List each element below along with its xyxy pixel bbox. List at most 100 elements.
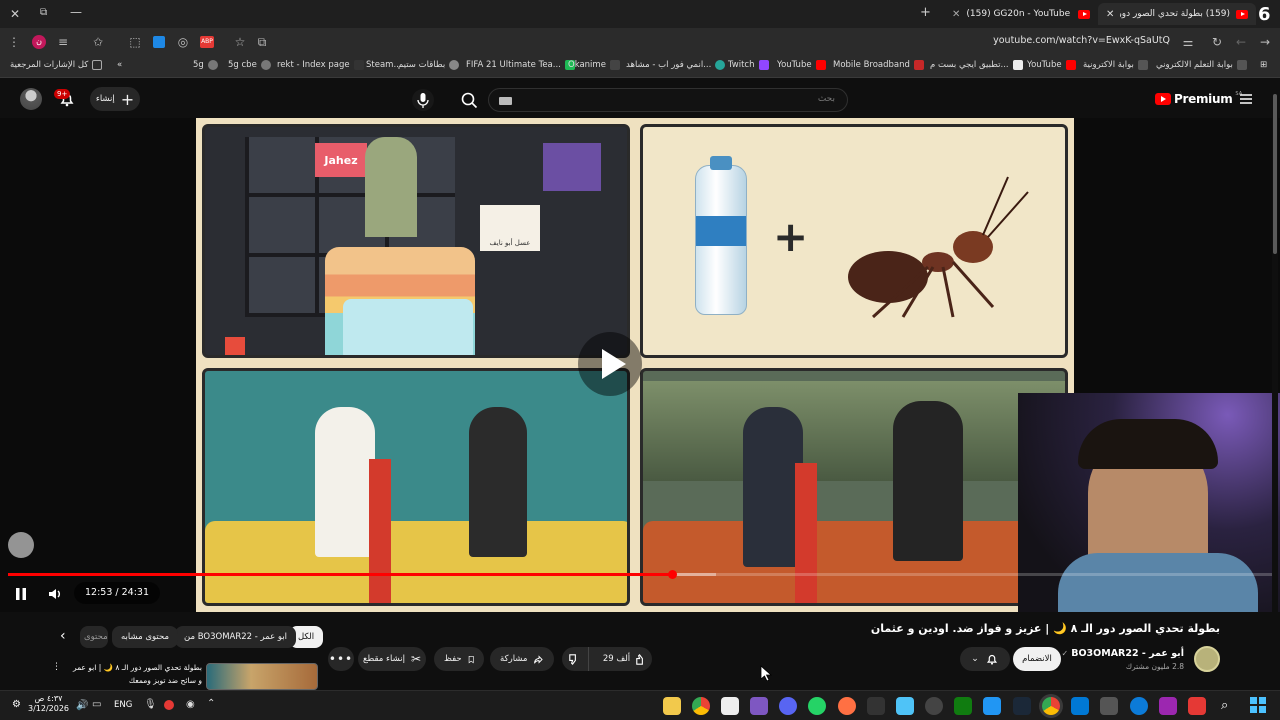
profile-avatar-icon[interactable]: ن (32, 35, 46, 49)
app-icon-9[interactable] (1188, 697, 1206, 715)
channel-avatar[interactable] (1194, 646, 1220, 672)
channel-name[interactable]: ✓ BO3OMAR22 - أبو عمر (1062, 648, 1184, 659)
bookmark-youtube-2[interactable]: YouTube (1027, 60, 1076, 70)
bookmark-steam[interactable]: Steam... (366, 60, 402, 70)
extension-blue-icon[interactable] (153, 36, 165, 48)
minimize-window-icon[interactable]: — (70, 5, 82, 19)
reload-icon[interactable]: ↻ (1209, 34, 1225, 50)
menu-dots-icon[interactable]: ⋮ (6, 34, 22, 50)
adblock-icon[interactable]: ABP (200, 36, 214, 48)
chevron-left-icon[interactable]: « (117, 60, 122, 70)
tray-app-icon[interactable]: ◉ (186, 699, 195, 710)
discord-icon[interactable] (779, 697, 797, 715)
bookmark-steam-cards[interactable]: بطاقات ستيم (398, 60, 460, 70)
up-next-menu-icon[interactable]: ⋮ (52, 662, 61, 672)
obs-icon[interactable] (925, 697, 943, 715)
bookmark-egybest[interactable]: تطبيق ايجي بست م... (930, 60, 1023, 70)
chrome-icon[interactable] (692, 697, 710, 715)
page-scrollbar[interactable] (1272, 84, 1278, 684)
xbox-icon[interactable] (954, 697, 972, 715)
voice-search-button[interactable] (412, 89, 434, 111)
site-settings-icon[interactable]: ⚌ (1180, 34, 1196, 50)
save-button[interactable]: حفظ (434, 647, 484, 671)
app-icon-2[interactable] (750, 697, 768, 715)
volume-button[interactable] (46, 585, 64, 603)
bookmark-all[interactable]: كل الإشارات المرجعية (10, 60, 103, 70)
channel-watermark-icon[interactable] (8, 532, 34, 558)
create-button[interactable]: إنشاء + (90, 87, 140, 111)
more-actions-button[interactable]: ••• (328, 647, 354, 671)
extension-vpn-icon[interactable]: ◎ (175, 34, 191, 50)
app-icon-5[interactable] (896, 697, 914, 715)
pause-button[interactable] (12, 585, 30, 603)
steam-icon[interactable] (1013, 697, 1031, 715)
restore-window-icon[interactable]: ⧉ (40, 7, 47, 18)
scrubber-handle[interactable] (667, 570, 677, 579)
close-tab-icon[interactable]: ✕ (952, 9, 960, 20)
display-icon[interactable]: ▭ (92, 699, 101, 710)
speaker-icon[interactable]: 🔊 (76, 700, 88, 711)
tray-chevron-up-icon[interactable]: ⌃ (207, 698, 215, 709)
share-button[interactable]: مشاركة (490, 647, 554, 671)
video-player[interactable]: Jahez عسل أبو نايف + 12:53 / 24:31 (0, 118, 1280, 612)
bookmark-portal[interactable]: بوابة الاكترونية (1083, 60, 1148, 70)
progress-bar[interactable] (8, 570, 1272, 579)
bookmark-youtube[interactable]: YouTube (777, 60, 826, 70)
up-next-thumbnail[interactable] (206, 663, 318, 690)
screenshot-icon[interactable]: ⧉ (254, 34, 270, 50)
bookmark-5g[interactable]: 5g (193, 60, 218, 70)
app-icon-4[interactable] (867, 697, 885, 715)
outlook-icon[interactable] (1071, 697, 1089, 715)
bookmark-okanime[interactable]: Okanime (568, 60, 620, 70)
language-indicator[interactable]: ENG (114, 700, 132, 710)
scrollbar-thumb[interactable] (1273, 94, 1277, 254)
settings-gear-icon[interactable]: ⚙ (12, 699, 21, 710)
favorites-icon[interactable]: ✩ (90, 34, 106, 50)
url-text[interactable]: youtube.com/watch?v=EwxK-qSaUtQ (993, 35, 1170, 46)
back-icon[interactable]: → (1257, 34, 1273, 50)
app-icon-1[interactable] (721, 697, 739, 715)
microphone-icon[interactable]: 🎙 (144, 699, 157, 710)
extensions-icon[interactable]: ⬚ (127, 34, 143, 50)
taskbar-search-icon[interactable]: ⌕ (1221, 698, 1228, 713)
edge-icon[interactable] (1130, 697, 1148, 715)
bookmark-anime4up[interactable]: انمي فور اب - مشاهد... (626, 60, 726, 70)
new-tab-icon[interactable]: + (920, 5, 931, 20)
chips-scroll-left-icon[interactable]: ‹ (60, 628, 66, 644)
chip-from-channel[interactable]: من BO3OMAR22 - ابو عمر (175, 626, 297, 648)
app-icon-3[interactable] (838, 697, 856, 715)
close-window-icon[interactable]: ✕ (10, 7, 20, 21)
chip-related[interactable]: محتوى مشابه (112, 626, 178, 648)
record-status-icon[interactable] (164, 700, 174, 710)
windows-start-icon[interactable] (1250, 697, 1266, 713)
join-button[interactable]: الانضمام (1013, 647, 1061, 671)
app-icon-7[interactable] (1100, 697, 1118, 715)
dislike-button[interactable] (559, 647, 589, 671)
file-explorer-icon[interactable] (663, 697, 681, 715)
tab-active-video[interactable]: ✕ (159) بطولة تحدي الصور دور الـ (1098, 3, 1256, 25)
tab-gg20n[interactable]: ✕ (159) GG20n - YouTube (944, 3, 1098, 25)
big-play-button[interactable] (578, 332, 642, 396)
like-button[interactable]: 29 ألف (595, 647, 655, 671)
hamburger-menu-icon[interactable] (1238, 91, 1254, 107)
chip-more[interactable]: محتوى (80, 626, 108, 648)
bookmark-mobile-broadband[interactable]: Mobile Broadband (833, 60, 924, 70)
bookmark-rekt[interactable]: rekt - Index page (277, 60, 364, 70)
youtube-premium-logo[interactable]: Premium SA (1155, 91, 1242, 106)
bookmark-fifa[interactable]: FIFA 21 Ultimate Tea... (466, 60, 575, 70)
app-icon-8[interactable] (1159, 697, 1177, 715)
close-tab-icon[interactable]: ✕ (1106, 9, 1114, 20)
forward-icon[interactable]: ← (1233, 34, 1249, 50)
clock[interactable]: ٤:٣٧ ص 3/12/2026 (28, 694, 69, 714)
bookmark-star-icon[interactable]: ☆ (232, 34, 248, 50)
bookmark-5g-cbe[interactable]: 5g cbe (228, 60, 271, 70)
app-icon-6[interactable] (983, 697, 1001, 715)
keyboard-icon[interactable] (499, 97, 512, 105)
bookmark-elearning[interactable]: بوابة التعلم الالكتروني (1156, 60, 1247, 70)
whatsapp-icon[interactable] (808, 697, 826, 715)
search-input[interactable]: بحث (488, 88, 848, 112)
reading-list-icon[interactable]: ≡ (55, 34, 71, 50)
chrome-active-icon[interactable] (1042, 697, 1060, 715)
clip-button[interactable]: إنشاء مقطع ✂ (358, 647, 426, 671)
up-next-title[interactable]: بطولة تحدي الصور دور الـ ٨ 🌙 | ابو عمر (73, 663, 202, 672)
